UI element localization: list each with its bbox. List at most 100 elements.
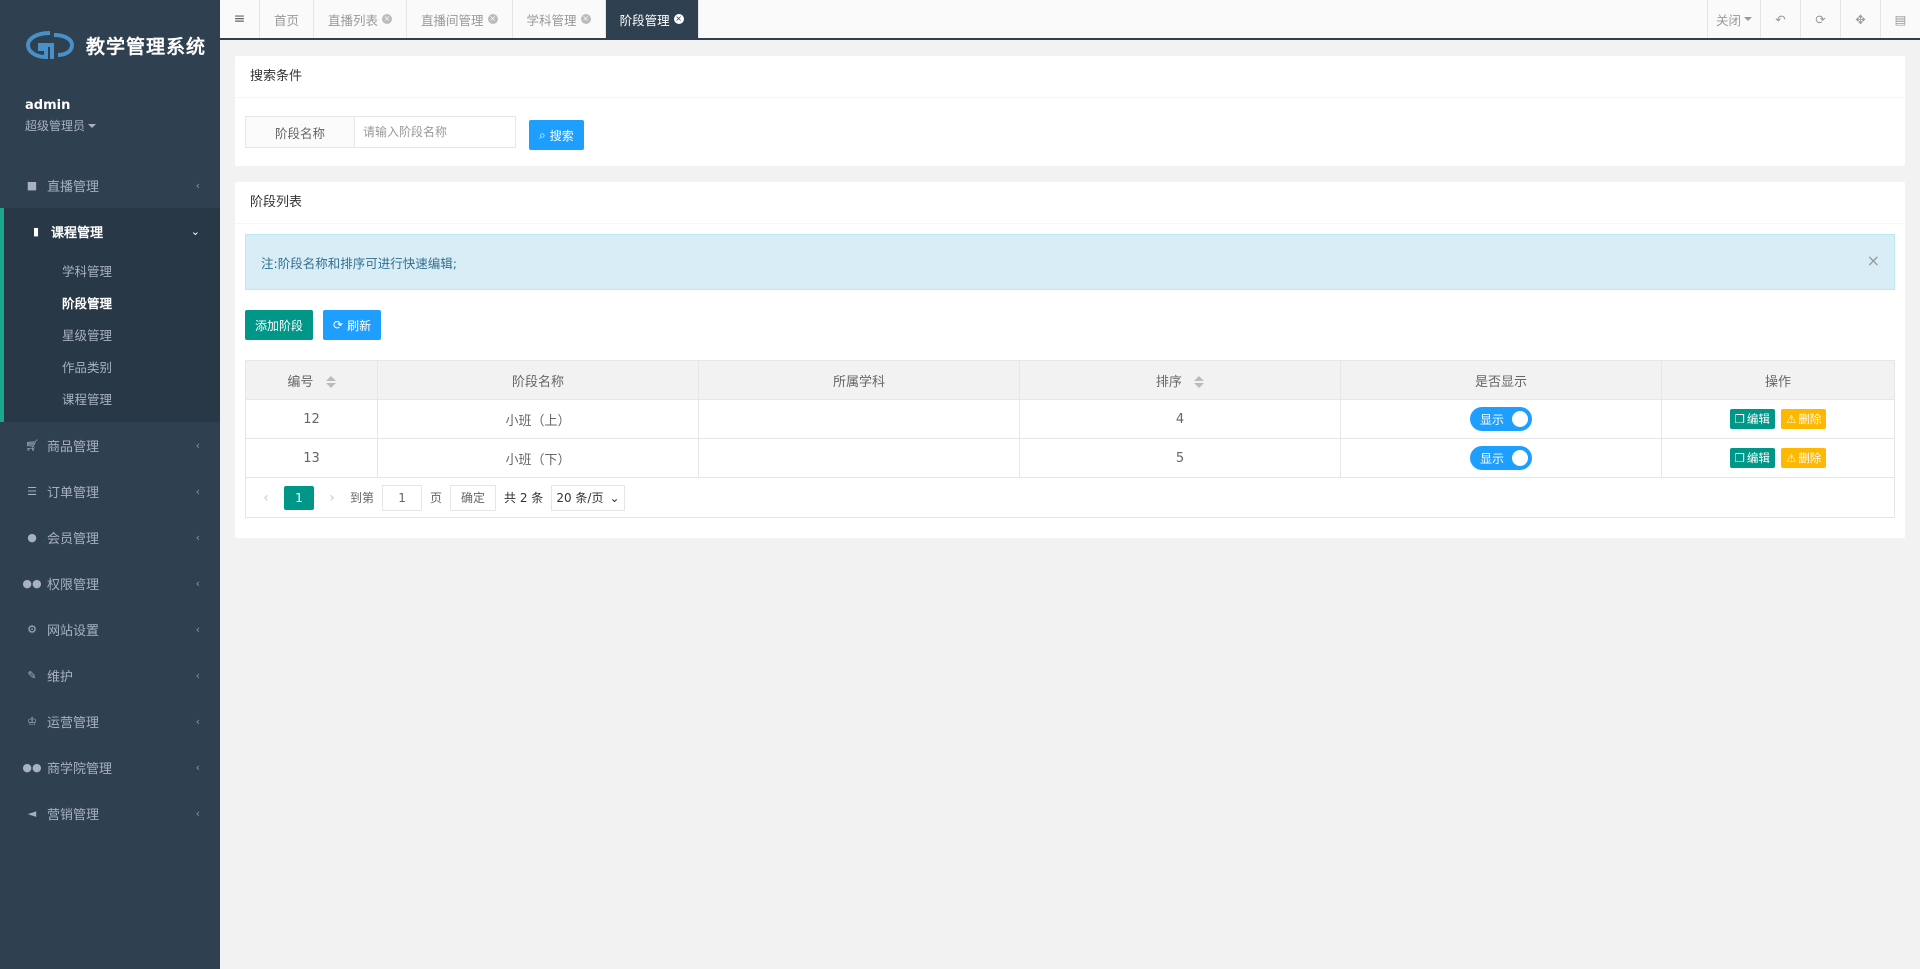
column-header-id[interactable]: 编号 (245, 360, 378, 400)
sort-icon[interactable] (325, 376, 336, 388)
sidebar-item-maintenance[interactable]: ✎ 维护 ‹ (0, 652, 220, 698)
stage-name-label: 阶段名称 (245, 116, 355, 148)
goto-confirm-button[interactable]: 确定 (450, 484, 497, 511)
tab-live-room[interactable]: 直播间管理 × (407, 0, 513, 38)
goto-page-input[interactable] (382, 484, 423, 511)
subnav-item-work-category[interactable]: 作品类别 (4, 350, 220, 382)
tab-home[interactable]: 首页 (260, 0, 315, 38)
user-role-dropdown[interactable]: 超级管理员 (25, 117, 195, 134)
tab-close-icon[interactable]: × (487, 14, 498, 24)
subnav-item-star[interactable]: 星级管理 (4, 318, 220, 350)
close-icon[interactable]: × (1867, 251, 1880, 270)
tab-stage[interactable]: 阶段管理 × (605, 0, 699, 38)
app-title: 教学管理系统 (86, 35, 207, 58)
sidebar-item-orders[interactable]: ☰ 订单管理 ‹ (0, 468, 220, 514)
fullscreen-button[interactable]: ✥ (1840, 0, 1880, 38)
column-header-subject: 所属学科 (698, 360, 1020, 400)
sidebar-item-permissions[interactable]: ●● 权限管理 ‹ (0, 560, 220, 606)
chevron-left-icon: ‹ (195, 438, 200, 452)
subnav-item-course[interactable]: 课程管理 (4, 382, 220, 414)
sidebar-item-label: 网站设置 (47, 623, 100, 639)
subnav-item-stage[interactable]: 阶段管理 (4, 286, 220, 318)
chevron-down-icon: ⌄ (190, 224, 200, 238)
chevron-down-icon: ⌄ (609, 490, 620, 505)
cell-name[interactable]: 小班（下） (377, 438, 699, 478)
prev-page-icon[interactable]: ‹ (256, 490, 276, 506)
stage-table: 编号 阶段名称 所属学科 排序 是否显示 操作 12 小班（上） 4 显示 ❐ … (245, 360, 1895, 478)
cell-subject (698, 438, 1020, 478)
user-icon: ● (27, 530, 37, 544)
chevron-left-icon: ‹ (195, 806, 200, 820)
chevron-left-icon: ‹ (195, 484, 200, 498)
user-role-label: 超级管理员 (25, 119, 86, 133)
close-tabs-dropdown[interactable]: 关闭 (1706, 0, 1760, 38)
search-button[interactable]: ⌕ 搜索 (529, 120, 584, 150)
chevron-left-icon: ‹ (195, 714, 200, 728)
sidebar-subnav: 学科管理 阶段管理 星级管理 作品类别 课程管理 (4, 254, 220, 422)
tab-label: 首页 (274, 12, 300, 28)
page-size-select[interactable]: 20 条/页 ⌄ (551, 484, 625, 511)
add-stage-button[interactable]: 添加阶段 (245, 310, 314, 340)
toggle-label: 显示 (1480, 451, 1505, 466)
toggle-knob (1512, 411, 1528, 427)
tab-subject[interactable]: 学科管理 × (513, 0, 606, 38)
users-icon: ●● (22, 576, 42, 590)
refresh-button[interactable]: ⟳ 刷新 (323, 310, 382, 340)
back-button[interactable]: ↶ (1760, 0, 1800, 38)
refresh-icon: ⟳ (333, 318, 344, 332)
edit-button[interactable]: ❐ 编辑 (1729, 409, 1775, 429)
stage-name-input[interactable] (355, 116, 516, 148)
hamburger-icon: ≡ (233, 11, 246, 27)
logo-icon (25, 31, 75, 60)
tab-close-icon[interactable]: × (382, 14, 393, 24)
menu-toggle-button[interactable]: ≡ (220, 0, 260, 38)
sidebar-item-site-settings[interactable]: ⚙ 网站设置 ‹ (0, 606, 220, 652)
logo: 教学管理系统 (0, 0, 220, 90)
refresh-tab-button[interactable]: ⟳ (1800, 0, 1840, 38)
megaphone-icon: ◄ (27, 806, 37, 820)
cell-sort[interactable]: 5 (1019, 438, 1341, 478)
delete-label: 删除 (1798, 451, 1822, 465)
next-page-icon[interactable]: › (322, 490, 342, 506)
theme-button[interactable]: ▤ (1880, 0, 1920, 38)
cell-actions: ❐ 编辑 ⚠ 删除 (1661, 399, 1895, 439)
chevron-left-icon: ‹ (195, 530, 200, 544)
cell-actions: ❐ 编辑 ⚠ 删除 (1661, 438, 1895, 478)
search-card: 搜索条件 阶段名称 ⌕ 搜索 (235, 56, 1905, 166)
visible-toggle[interactable]: 显示 (1470, 407, 1532, 431)
sort-icon[interactable] (1194, 376, 1205, 388)
sidebar-item-label: 商品管理 (47, 439, 100, 455)
chevron-left-icon: ‹ (195, 668, 200, 682)
column-header-sort[interactable]: 排序 (1019, 360, 1341, 400)
column-label: 操作 (1764, 374, 1791, 390)
current-page[interactable]: 1 (284, 485, 314, 510)
cell-name[interactable]: 小班（上） (377, 399, 699, 439)
visible-toggle[interactable]: 显示 (1470, 446, 1532, 470)
user-panel: admin 超级管理员 (0, 90, 220, 162)
refresh-icon: ⟳ (1815, 11, 1826, 27)
stage-list-card: 阶段列表 注:阶段名称和排序可进行快速编辑; × 添加阶段 ⟳ 刷新 编号 阶段… (235, 182, 1905, 538)
notice-text: 注:阶段名称和排序可进行快速编辑; (261, 255, 457, 271)
sidebar-item-goods[interactable]: 🛒︎ 商品管理 ‹ (0, 422, 220, 468)
tab-close-icon[interactable]: × (580, 14, 591, 24)
sidebar-item-operations[interactable]: ♔ 运营管理 ‹ (0, 698, 220, 744)
edit-button[interactable]: ❐ 编辑 (1729, 448, 1775, 468)
sidebar-item-label: 订单管理 (47, 485, 100, 501)
table-row: 12 小班（上） 4 显示 ❐ 编辑 ⚠ 删除 (245, 399, 1895, 439)
sliders-icon: ▤ (1894, 11, 1907, 27)
stage-list-title: 阶段列表 (235, 182, 1905, 224)
column-header-visible: 是否显示 (1340, 360, 1662, 400)
sidebar-item-members[interactable]: ● 会员管理 ‹ (0, 514, 220, 560)
subnav-item-subject[interactable]: 学科管理 (4, 254, 220, 286)
sidebar-item-business-school[interactable]: ●● 商学院管理 ‹ (0, 744, 220, 790)
sidebar-item-live[interactable]: ■ 直播管理 ‹ (0, 162, 220, 208)
sidebar-item-marketing[interactable]: ◄ 营销管理 ‹ (0, 790, 220, 836)
tab-close-icon[interactable]: × (673, 14, 684, 24)
add-stage-label: 添加阶段 (255, 318, 304, 333)
delete-button[interactable]: ⚠ 删除 (1781, 409, 1827, 429)
cell-sort[interactable]: 4 (1019, 399, 1341, 439)
cell-visible: 显示 (1340, 438, 1662, 478)
delete-button[interactable]: ⚠ 删除 (1781, 448, 1827, 468)
tab-live-list[interactable]: 直播列表 × (314, 0, 408, 38)
sidebar-item-course[interactable]: ▮ 课程管理 ⌄ (4, 208, 220, 254)
